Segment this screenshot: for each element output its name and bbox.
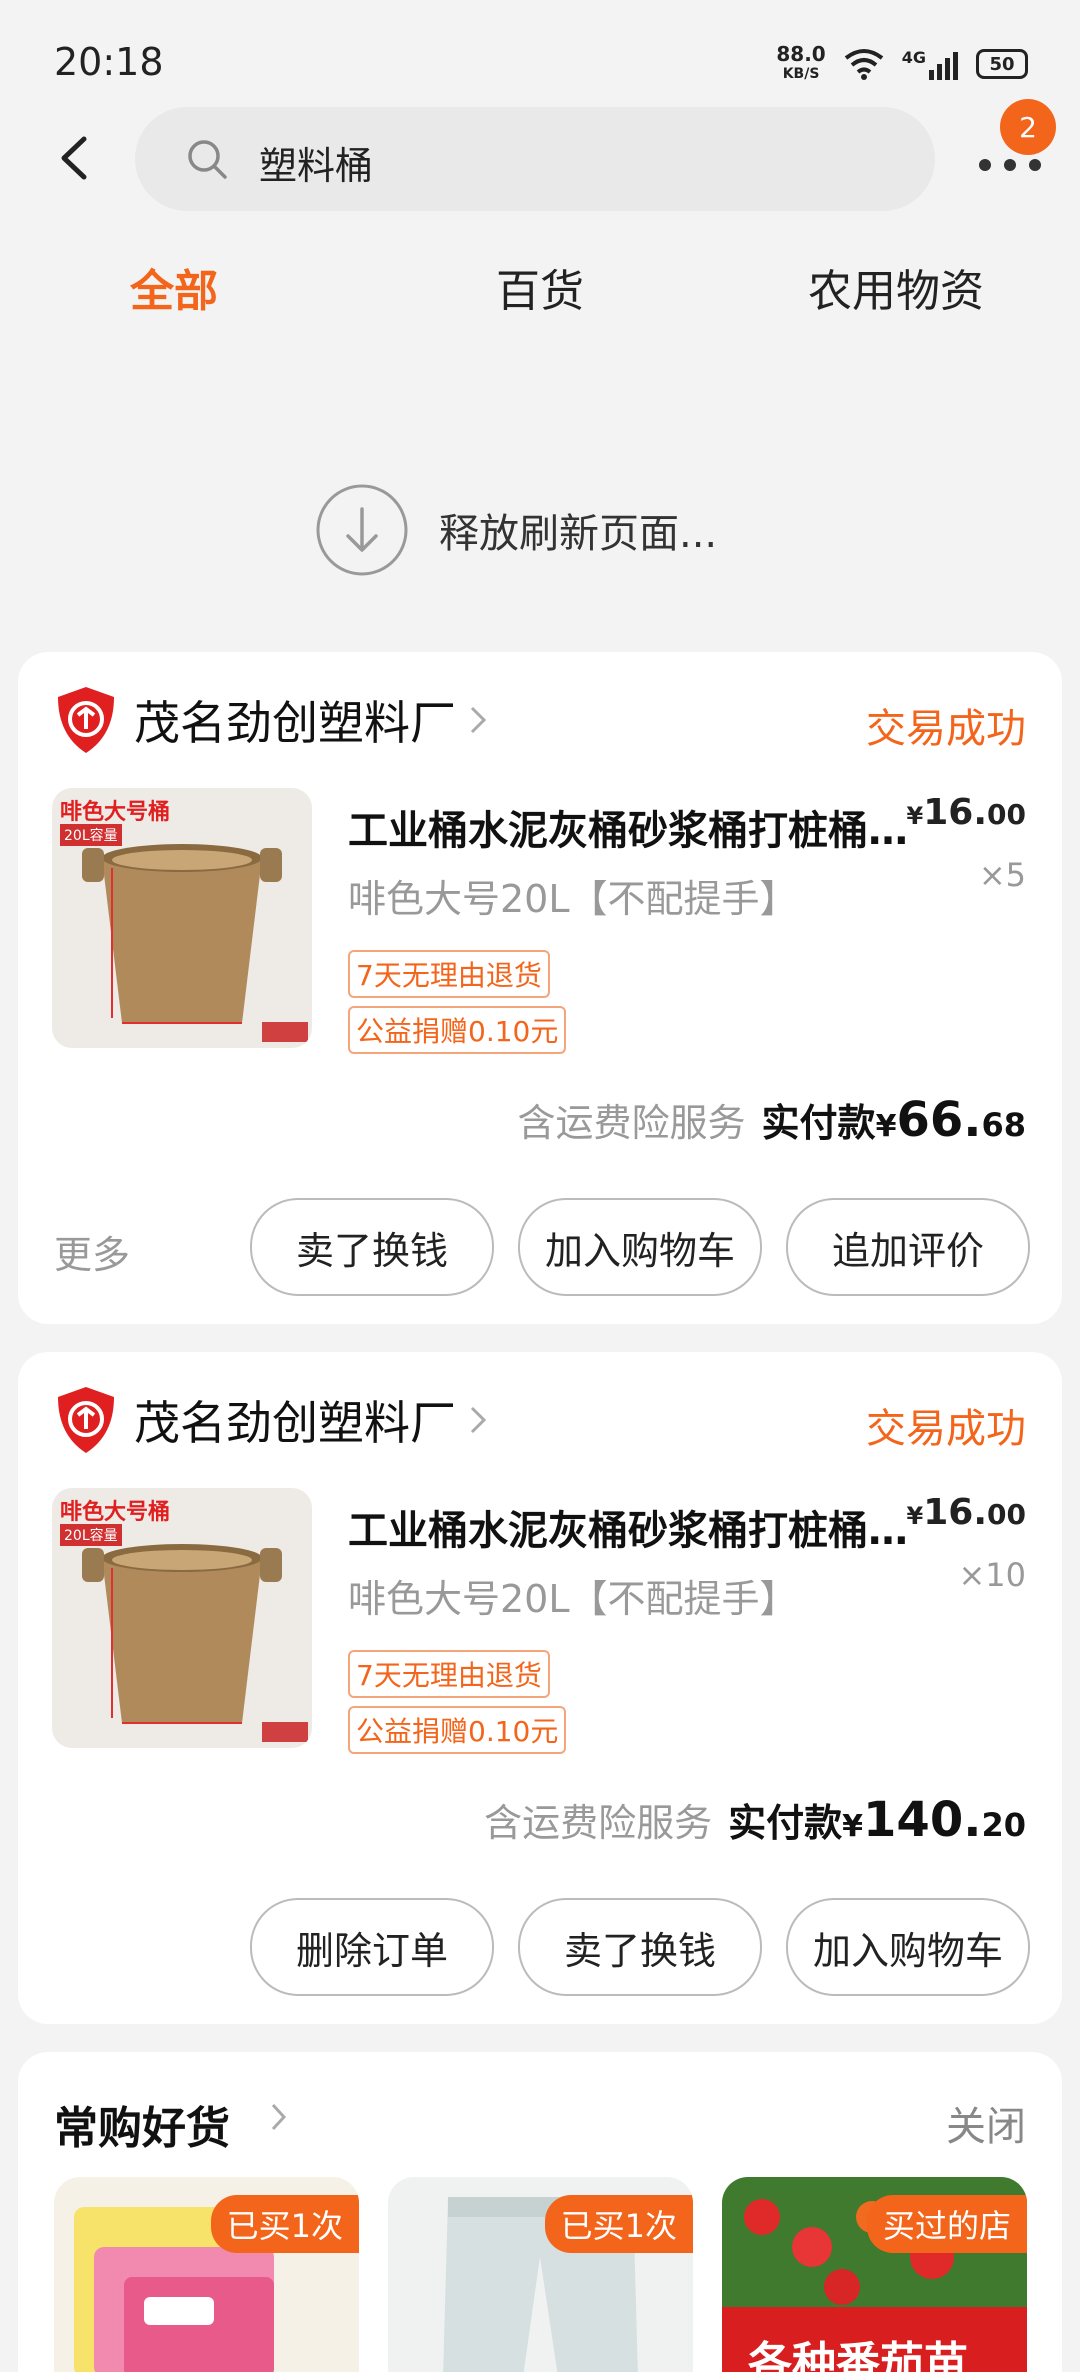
pull-refresh-indicator: 释放刷新页面... (315, 480, 717, 580)
product-image-label: 啡色大号桶 (60, 800, 171, 825)
order-card[interactable]: 茂名劲创塑料厂 交易成功 啡色大号桶 20L容量 工业桶水泥灰桶砂浆桶打桩桶..… (18, 1352, 1062, 2024)
product-image-label: 啡色大号桶 (60, 1500, 171, 1525)
wifi-icon (844, 49, 883, 80)
product-title[interactable]: 工业桶水泥灰桶砂浆桶打桩桶... (348, 1498, 908, 1556)
product-image-sublabel: 20L容量 (60, 824, 122, 846)
total-label: 实付款 (761, 1101, 876, 1145)
shop-shield-icon (58, 1387, 114, 1453)
network-speed: 88.0 KB/S (776, 42, 826, 82)
quantity: ×10 (958, 1556, 1026, 1594)
refresh-text: 释放刷新页面... (439, 511, 718, 557)
product-image[interactable]: 啡色大号桶 20L容量 (52, 1488, 312, 1748)
quantity: ×5 (978, 856, 1026, 894)
unit-price: ¥16.00 (906, 792, 1026, 833)
order-status: 交易成功 (866, 1406, 1026, 1452)
recommended-product[interactable]: 已买1次 (388, 2177, 693, 2372)
back-arrow-icon[interactable] (50, 133, 100, 183)
order-status: 交易成功 (866, 706, 1026, 752)
insurance-label: 含运费险服务 (517, 1101, 746, 1145)
shop-link[interactable]: 茂名劲创塑料厂 (54, 680, 490, 760)
visited-shop-badge: 买过的店 (866, 2195, 1027, 2253)
status-bar: 20:18 88.0 KB/S 4G 50 (0, 0, 1080, 120)
arrow-down-circle-icon (316, 484, 408, 576)
shop-shield-icon (58, 687, 114, 753)
recommended-product[interactable]: 已买1次 (54, 2177, 359, 2372)
chevron-right-icon (470, 706, 487, 734)
delete-order-button[interactable]: 删除订单 (250, 1898, 494, 1996)
add-to-cart-button[interactable]: 加入购物车 (518, 1198, 762, 1296)
total-amount: ¥66.68 (875, 1092, 1026, 1148)
search-header: 塑料桶 2 (0, 99, 1080, 215)
unit-price: ¥16.00 (906, 1492, 1026, 1533)
more-link[interactable]: 更多 (54, 1224, 130, 1279)
product-title[interactable]: 工业桶水泥灰桶砂浆桶打桩桶... (348, 798, 908, 856)
shop-name: 茂名劲创塑料厂 (134, 1396, 456, 1450)
sell-button[interactable]: 卖了换钱 (518, 1898, 762, 1996)
search-input[interactable]: 塑料桶 (135, 107, 935, 211)
product-spec: 啡色大号20L【不配提手】 (348, 1577, 798, 1621)
tab-all[interactable]: 全部 (130, 255, 218, 319)
chevron-right-icon (470, 1406, 487, 1434)
tab-general-goods[interactable]: 百货 (496, 255, 584, 319)
order-card[interactable]: 茂名劲创塑料厂 交易成功 啡色大号桶 20L容量 工业桶水泥灰桶砂浆桶打桩桶..… (18, 652, 1062, 1324)
total-amount: ¥140.20 (842, 1792, 1026, 1848)
return-policy-tag: 7天无理由退货 (348, 1650, 550, 1698)
return-policy-tag: 7天无理由退货 (348, 950, 550, 998)
sell-button[interactable]: 卖了换钱 (250, 1198, 494, 1296)
search-query: 塑料桶 (259, 144, 374, 188)
chevron-right-icon (271, 2103, 287, 2131)
notification-badge: 2 (1000, 99, 1056, 155)
bought-badge: 已买1次 (544, 2195, 693, 2253)
shop-name: 茂名劲创塑料厂 (134, 696, 456, 750)
tab-agricultural-supplies[interactable]: 农用物资 (808, 255, 984, 319)
insurance-label: 含运费险服务 (484, 1801, 713, 1845)
add-review-button[interactable]: 追加评价 (786, 1198, 1030, 1296)
cellular-signal-icon: 4G (902, 48, 958, 80)
frequently-bought-section: 常购好货 关闭 已买1次 已买1次 买过的店 各种番茄苗 (18, 2052, 1062, 2372)
search-icon (188, 140, 227, 179)
section-title[interactable]: 常购好货 (54, 2092, 230, 2156)
product-spec: 啡色大号20L【不配提手】 (348, 877, 798, 921)
add-to-cart-button[interactable]: 加入购物车 (786, 1898, 1030, 1996)
total-row: 含运费险服务 实付款 ¥140.20 (484, 1792, 1026, 1848)
product-image-sublabel: 20L容量 (60, 1524, 122, 1546)
product-image[interactable]: 啡色大号桶 20L容量 (52, 788, 312, 1048)
category-tabs: 全部 百货 农用物资 (0, 255, 1080, 325)
bought-badge: 已买1次 (210, 2195, 359, 2253)
battery-icon: 50 (976, 49, 1028, 79)
status-icons: 88.0 KB/S 4G 50 (776, 44, 1028, 84)
charity-tag: 公益捐赠0.10元 (348, 1006, 567, 1054)
total-label: 实付款 (728, 1801, 843, 1845)
total-row: 含运费险服务 实付款 ¥66.68 (518, 1092, 1026, 1148)
shop-link[interactable]: 茂名劲创塑料厂 (54, 1380, 490, 1460)
product-caption: 各种番茄苗 (748, 2338, 968, 2372)
recommended-product[interactable]: 买过的店 各种番茄苗 (722, 2177, 1027, 2372)
close-button[interactable]: 关闭 (946, 2094, 1026, 2152)
charity-tag: 公益捐赠0.10元 (348, 1706, 567, 1754)
status-time: 20:18 (54, 40, 164, 84)
